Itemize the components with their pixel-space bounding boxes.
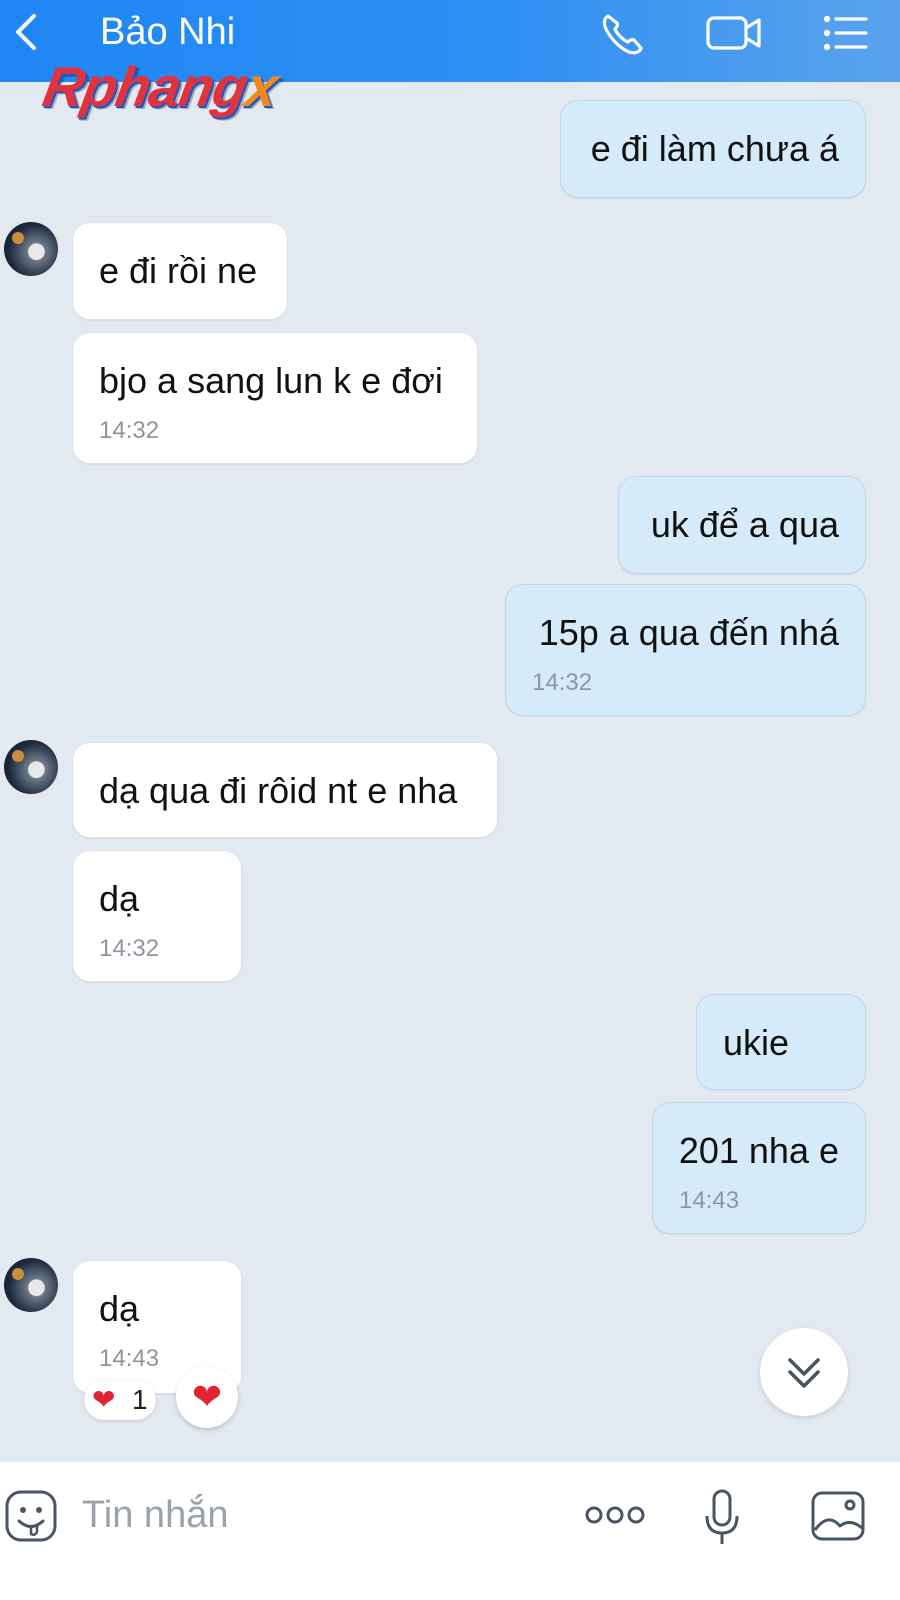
reaction-summary[interactable]: ❤ 1	[84, 1380, 156, 1420]
double-chevron-down-icon	[788, 1358, 820, 1388]
message-bubble-incoming[interactable]: dạ 14:32	[72, 850, 242, 982]
message-text: e đi rồi ne	[99, 250, 258, 291]
scroll-to-bottom-button[interactable]	[760, 1328, 848, 1416]
more-options-button[interactable]	[584, 1500, 646, 1530]
microphone-icon	[705, 1489, 739, 1544]
avatar[interactable]	[4, 740, 58, 794]
message-bubble-outgoing[interactable]: uk để a qua	[618, 476, 866, 574]
message-time: 14:32	[99, 417, 160, 444]
gallery-button[interactable]	[810, 1490, 866, 1542]
message-text: bjo a sang lun k e đơi	[99, 360, 443, 401]
video-call-button[interactable]	[704, 10, 764, 56]
video-call-icon	[706, 16, 761, 50]
voice-message-button[interactable]	[702, 1488, 742, 1548]
heart-icon: ❤	[191, 1376, 223, 1417]
image-icon	[811, 1491, 865, 1541]
reaction-count: 1	[132, 1384, 148, 1415]
message-text: ukie	[723, 1022, 790, 1063]
menu-button[interactable]	[820, 10, 870, 56]
emoji-icon	[5, 1490, 57, 1542]
more-dots-icon	[585, 1506, 645, 1524]
message-bubble-incoming[interactable]: dạ qua đi rôid nt e nha	[72, 742, 498, 838]
watermark-text: Rphang	[38, 55, 253, 118]
message-text: dạ	[99, 1288, 140, 1329]
message-bubble-outgoing[interactable]: 201 nha e 14:43	[652, 1102, 866, 1234]
call-button[interactable]	[598, 10, 648, 56]
message-text: uk để a qua	[650, 504, 839, 545]
phone-icon	[602, 14, 643, 55]
message-input-bar	[0, 1462, 900, 1600]
sticker-button[interactable]	[4, 1488, 58, 1544]
message-bubble-incoming[interactable]: bjo a sang lun k e đơi 14:32	[72, 332, 478, 464]
message-text: dạ	[99, 878, 140, 919]
back-button[interactable]	[8, 10, 48, 54]
message-text: e đi làm chưa á	[590, 128, 839, 169]
message-time: 14:32	[532, 669, 593, 696]
react-heart-button[interactable]: ❤	[176, 1366, 238, 1428]
menu-list-icon	[823, 15, 868, 51]
back-icon	[16, 14, 36, 50]
message-bubble-outgoing[interactable]: ukie	[696, 994, 866, 1090]
contact-name[interactable]: Bảo Nhi	[100, 10, 235, 54]
message-text: dạ qua đi rôid nt e nha	[99, 770, 458, 811]
message-text: 201 nha e	[678, 1130, 839, 1171]
avatar[interactable]	[4, 222, 58, 276]
message-time: 14:43	[679, 1187, 740, 1214]
message-input[interactable]	[80, 1484, 564, 1546]
message-bubble-incoming[interactable]: e đi rồi ne	[72, 222, 288, 320]
avatar[interactable]	[4, 1258, 58, 1312]
message-bubble-outgoing[interactable]: e đi làm chưa á	[560, 100, 866, 198]
watermark-logo: Rphangx	[38, 55, 283, 118]
message-time: 14:43	[99, 1345, 160, 1372]
message-time: 14:32	[99, 935, 160, 962]
message-bubble-outgoing[interactable]: 15p a qua đến nhá 14:32	[505, 584, 866, 716]
heart-icon: ❤	[92, 1384, 116, 1415]
message-text: 15p a qua đến nhá	[538, 612, 839, 653]
